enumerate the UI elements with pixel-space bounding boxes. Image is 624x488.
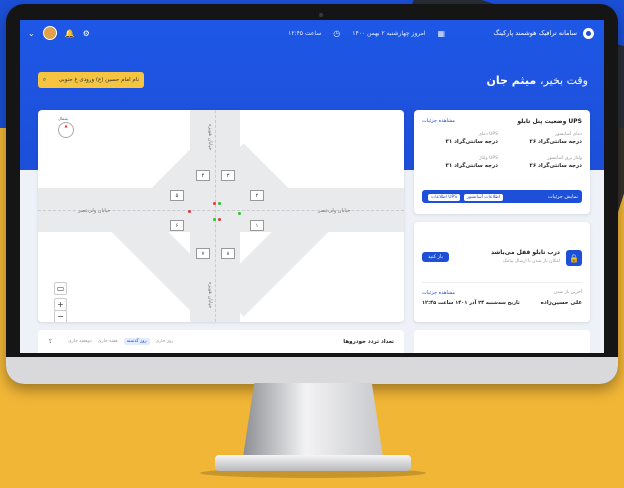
stat-label: دمای UPS (478, 132, 498, 137)
street-label-left: خیابان ولی‌عصر (78, 208, 111, 214)
share-icon[interactable]: ⇪ (48, 338, 53, 345)
divider (422, 282, 582, 283)
open-door-button[interactable]: باز کنید (422, 252, 449, 262)
topbar-actions: ⌄ 🔔 ⚙ (28, 26, 90, 40)
tab-yesterday[interactable]: روز گذشته (123, 338, 150, 345)
stat-value: ۳۱ درجه سانتی‌گراد (445, 139, 498, 145)
ups-card-title: وضعیت پنل تابلو UPS (517, 118, 582, 125)
ups-tab-chips: اطلاعات UPS اطلاعات آسانسور (426, 193, 504, 201)
tab-two-weeks[interactable]: دوهفته جاری (68, 339, 92, 344)
lane-box[interactable]: ۷ (196, 248, 210, 259)
door-details-link[interactable]: مشاهده جزئیات (422, 290, 455, 296)
secondary-card (414, 330, 590, 353)
lane-box[interactable]: ۴ (196, 170, 210, 181)
app-title: سامانه ترافیک هوشمند پارکینگ (493, 29, 577, 37)
lane-divider (215, 110, 216, 322)
bell-icon[interactable]: 🔔 (65, 29, 75, 38)
search-placeholder: نام امام حسین (ع) ورودی غ جنوبی (58, 77, 139, 83)
chevron-down-icon[interactable]: ⌄ (28, 29, 35, 38)
lane-box[interactable]: ۲ (250, 190, 264, 201)
stat-value: ۳۱ درجه سانتی‌گراد (445, 163, 498, 169)
street-label-top: خیابان هویزه (207, 124, 213, 151)
greeting-prefix: وقت بخیر، (540, 74, 588, 87)
monitor-chin (6, 357, 618, 384)
lane-box[interactable]: ۶ (170, 220, 184, 231)
topbar: ⌄ 🔔 ⚙ ساعت ۱۲:۴۵ ◷ امروز چهارشنبه ۲ بهمن… (20, 20, 604, 46)
stat-item: ولتاژ UPS ۳۱ درجه سانتی‌گراد (445, 156, 498, 169)
layers-icon[interactable]: ▭ (54, 282, 67, 295)
stat-value: ۲۶ درجه سانتی‌گراد (529, 163, 582, 169)
tab-today[interactable]: روز جاری (156, 339, 174, 344)
traffic-card-title: تعداد تردد خودروها (343, 339, 394, 345)
search-icon[interactable]: ⌕ (43, 77, 46, 84)
door-title: درب تابلو قفل می‌باشد (490, 249, 560, 256)
door-subtitle: امکان باز شدن با ارسال پیامک (502, 259, 560, 264)
avatar[interactable] (42, 26, 57, 40)
screen: ⌄ 🔔 ⚙ ساعت ۱۲:۴۵ ◷ امروز چهارشنبه ۲ بهمن… (20, 20, 604, 353)
brand: سامانه ترافیک هوشمند پارکینگ (493, 27, 594, 39)
stat-item: دمای آسانسور ۲۶ درجه سانتی‌گراد (529, 132, 582, 145)
stat-value: ۲۶ درجه سانتی‌گراد (529, 139, 582, 145)
calendar-icon: ▦ (437, 28, 446, 38)
date-text: امروز چهارشنبه ۲ بهمن ۱۴۰۰ (352, 29, 426, 37)
stat-label: ولتاژ برق آسانسور (547, 156, 582, 161)
monitor-stand (243, 383, 383, 457)
ups-status-card: وضعیت پنل تابلو UPS مشاهده جزئیات دمای آ… (414, 110, 590, 214)
lane-box[interactable]: ۱ (250, 220, 264, 231)
ups-details-link[interactable]: مشاهده جزئیات (422, 118, 455, 124)
lane-box[interactable]: ۸ (221, 248, 235, 259)
traffic-light-red (218, 218, 221, 221)
search-input[interactable]: ⌕ نام امام حسین (ع) ورودی غ جنوبی (38, 72, 144, 88)
tab-ups-info[interactable]: اطلاعات UPS (428, 193, 461, 201)
clock-icon: ◷ (333, 28, 341, 38)
greeting-name: میثم جان (486, 74, 537, 87)
last-open-label: آخرین باز شدن (553, 290, 582, 295)
door-lock-card: 🔒 درب تابلو قفل می‌باشد امکان باز شدن با… (414, 222, 590, 322)
stat-item: دمای UPS ۳۱ درجه سانتی‌گراد (445, 132, 498, 145)
traffic-tabs: دوهفته جاری هفته جاری روز گذشته روز جاری (68, 338, 173, 345)
lane-box[interactable]: ۳ (221, 170, 235, 181)
traffic-light-green (238, 212, 241, 215)
traffic-light-green (213, 218, 216, 221)
tab-show-details[interactable]: نمایش جزئیات (548, 194, 578, 200)
lock-icon: 🔒 (566, 250, 582, 266)
traffic-light-green (218, 202, 221, 205)
compass-label: شمال (58, 116, 68, 121)
traffic-light-red (213, 202, 216, 205)
ups-tab-bar: اطلاعات UPS اطلاعات آسانسور نمایش جزئیات (422, 190, 582, 203)
tab-elevator-info[interactable]: اطلاعات آسانسور (463, 193, 504, 201)
lane-box[interactable]: ۵ (170, 190, 184, 201)
page-title: وقت بخیر، میثم جان (486, 74, 588, 87)
last-open-time: تاریخ سه‌شنبه ۲۴ آذر ۱۴۰۱ ساعت ۱۲:۴۵ (422, 300, 520, 306)
gear-icon[interactable]: ⚙ (83, 29, 90, 38)
intersection-map[interactable]: شمال ▲ خیابان ولی‌عصر خیابان ولی‌عصر خیا… (38, 110, 404, 322)
street-label-bottom: خیابان هویزه (207, 282, 213, 309)
stat-label: ولتاژ UPS (479, 156, 498, 161)
last-open-user: علی حسین‌زاده (540, 300, 582, 306)
logo-icon (582, 27, 594, 39)
compass-icon: ▲ (58, 122, 74, 138)
traffic-light-red (188, 210, 191, 213)
time-text: ساعت ۱۲:۴۵ (288, 29, 322, 37)
tab-this-week[interactable]: هفته جاری (98, 339, 118, 344)
street-label-right: خیابان ولی‌عصر (318, 208, 351, 214)
camera-dot (319, 13, 323, 17)
topbar-datetime: ساعت ۱۲:۴۵ ◷ امروز چهارشنبه ۲ بهمن ۱۴۰۰ … (288, 29, 445, 38)
traffic-count-card: ⇪ دوهفته جاری هفته جاری روز گذشته روز جا… (38, 330, 404, 353)
monitor-base (215, 455, 411, 471)
stat-label: دمای آسانسور (555, 132, 582, 137)
zoom-out-button[interactable]: − (54, 310, 67, 322)
stat-item: ولتاژ برق آسانسور ۲۶ درجه سانتی‌گراد (529, 156, 582, 169)
